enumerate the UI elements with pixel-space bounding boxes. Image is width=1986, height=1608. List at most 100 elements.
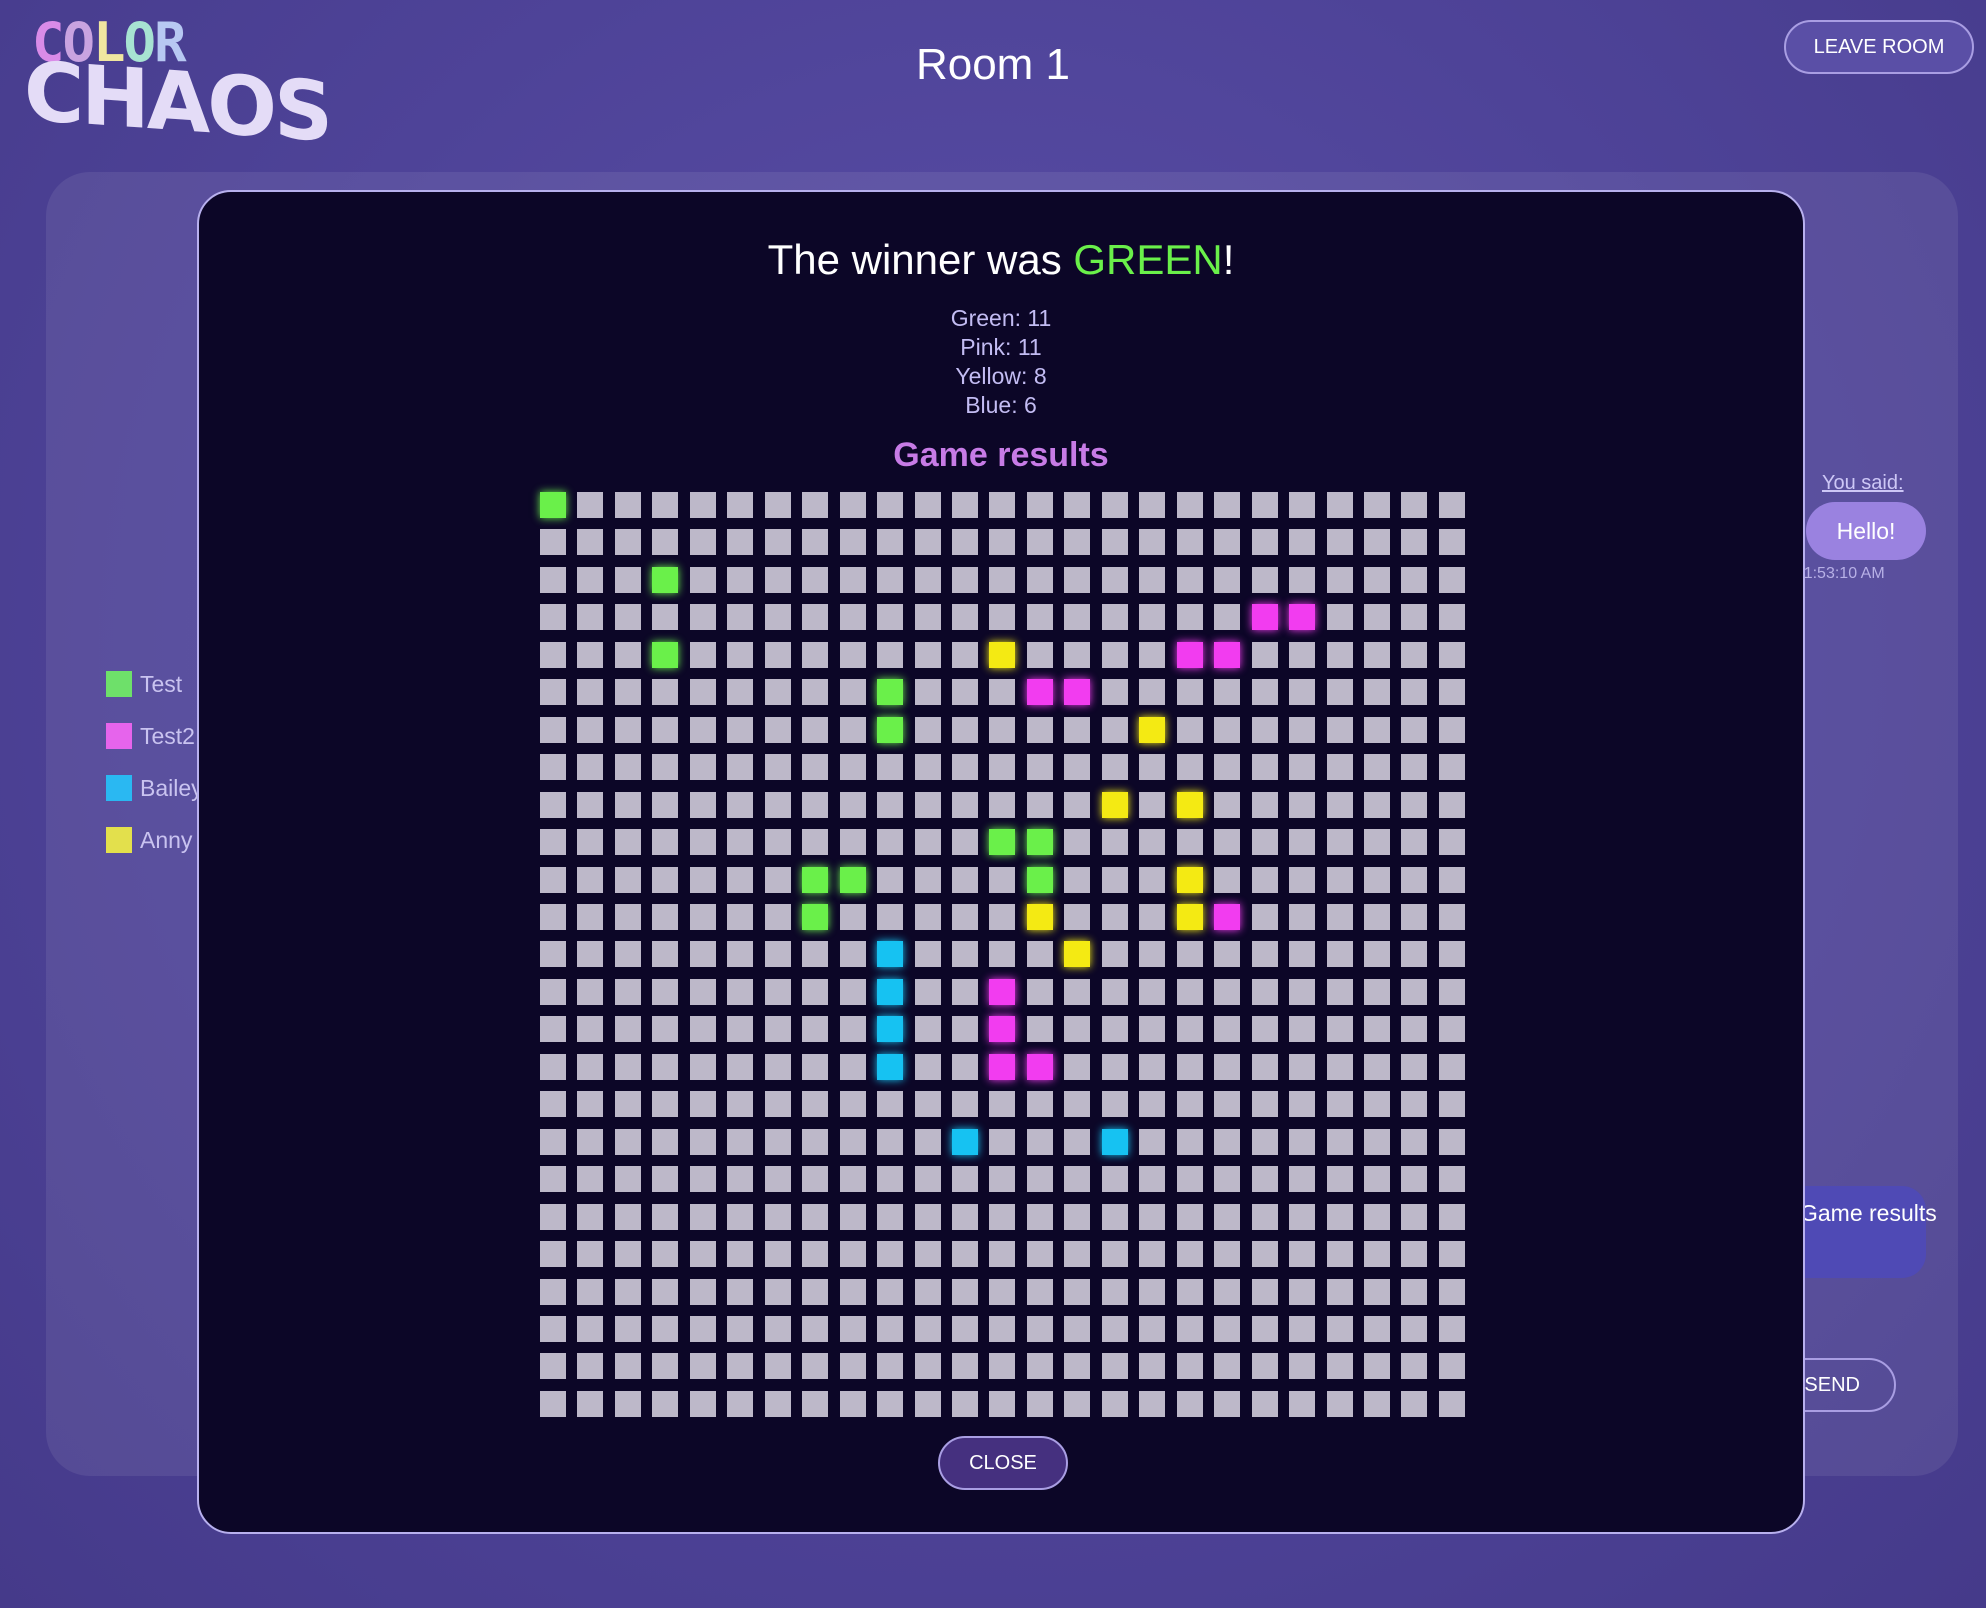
- board-cell: [1401, 1241, 1428, 1268]
- board-cell: [1326, 679, 1353, 706]
- board-cell: [1363, 866, 1390, 893]
- board-cell: [1363, 716, 1390, 743]
- board-cell: [614, 903, 641, 930]
- board-cell: [1289, 529, 1316, 556]
- board-cell: [1139, 829, 1166, 856]
- board-cell: [652, 492, 679, 518]
- board-cell: [1401, 604, 1428, 631]
- board-cell: [1401, 679, 1428, 706]
- board-cell: [1176, 1353, 1203, 1380]
- board-cell: [989, 716, 1016, 743]
- board-cell: [839, 1390, 866, 1417]
- board-cell: [839, 1016, 866, 1043]
- board-cell: [1214, 604, 1241, 631]
- board-cell: [1139, 679, 1166, 706]
- board-cell: [1326, 866, 1353, 893]
- board-cell: [1139, 1016, 1166, 1043]
- board-cell: [764, 866, 791, 893]
- board-cell: [1289, 566, 1316, 593]
- board-cell: [614, 1091, 641, 1118]
- board-cell: [839, 529, 866, 556]
- board-cell: [764, 492, 791, 518]
- board-cell: [1026, 716, 1053, 743]
- board-cell: [1026, 866, 1053, 893]
- board-cell: [1438, 1016, 1465, 1043]
- board-cell: [1026, 1278, 1053, 1305]
- close-button[interactable]: CLOSE: [938, 1436, 1068, 1490]
- board-cell: [727, 529, 754, 556]
- board-cell: [1026, 1315, 1053, 1342]
- board-cell: [1251, 941, 1278, 968]
- board-cell: [989, 679, 1016, 706]
- board-cell: [689, 1203, 716, 1230]
- board-cell: [764, 716, 791, 743]
- board-cell: [1326, 978, 1353, 1005]
- board-cell: [1363, 679, 1390, 706]
- board-cell: [914, 754, 941, 781]
- board-cell: [577, 903, 604, 930]
- board-cell: [1101, 604, 1128, 631]
- board-cell: [1214, 566, 1241, 593]
- board-cell: [1101, 1315, 1128, 1342]
- board-cell: [1326, 604, 1353, 631]
- board-cell: [1026, 1353, 1053, 1380]
- board-cell: [1176, 716, 1203, 743]
- board-cell: [764, 1128, 791, 1155]
- board-cell: [1101, 492, 1128, 518]
- board-cell: [1363, 1053, 1390, 1080]
- board-cell: [652, 829, 679, 856]
- board-cell: [1064, 679, 1091, 706]
- board-cell: [689, 978, 716, 1005]
- player-color-swatch: [106, 775, 132, 801]
- board-cell: [802, 492, 829, 518]
- chat-timestamp: 11:53:10 AM: [1796, 565, 1885, 582]
- board-cell: [1026, 791, 1053, 818]
- board-cell: [1326, 1128, 1353, 1155]
- board-cell: [877, 978, 904, 1005]
- board-cell: [1251, 829, 1278, 856]
- player-color-swatch: [106, 827, 132, 853]
- board-cell: [951, 1016, 978, 1043]
- board-cell: [839, 716, 866, 743]
- board-cell: [689, 1128, 716, 1155]
- board-cell: [1289, 903, 1316, 930]
- board-cell: [951, 566, 978, 593]
- board-cell: [914, 1241, 941, 1268]
- room-title: Room 1: [915, 40, 1071, 89]
- leave-room-button[interactable]: LEAVE ROOM: [1784, 20, 1974, 74]
- board-cell: [1289, 1390, 1316, 1417]
- board-cell: [689, 1278, 716, 1305]
- board-cell: [1176, 566, 1203, 593]
- board-cell: [1101, 566, 1128, 593]
- board-cell: [1251, 1128, 1278, 1155]
- board-cell: [989, 641, 1016, 668]
- board-cell: [877, 1203, 904, 1230]
- board-cell: [1101, 1241, 1128, 1268]
- board-cell: [877, 1053, 904, 1080]
- board-cell: [727, 829, 754, 856]
- board-cell: [1214, 1315, 1241, 1342]
- board-cell: [1251, 492, 1278, 518]
- game-board: [540, 492, 1475, 1427]
- board-cell: [540, 829, 566, 856]
- board-cell: [652, 1241, 679, 1268]
- board-cell: [1326, 1166, 1353, 1193]
- board-cell: [1064, 641, 1091, 668]
- board-cell: [1251, 903, 1278, 930]
- board-cell: [764, 1091, 791, 1118]
- board-cell: [989, 866, 1016, 893]
- player-name: Bailey: [140, 774, 203, 801]
- board-cell: [652, 1315, 679, 1342]
- board-cell: [614, 1166, 641, 1193]
- board-cell: [764, 1241, 791, 1268]
- player-item: Test2: [106, 710, 203, 762]
- board-cell: [1139, 1128, 1166, 1155]
- board-cell: [1176, 978, 1203, 1005]
- board-cell: [1326, 716, 1353, 743]
- board-cell: [877, 604, 904, 631]
- board-cell: [689, 641, 716, 668]
- board-cell: [1326, 829, 1353, 856]
- board-cell: [1401, 1203, 1428, 1230]
- board-cell: [577, 1203, 604, 1230]
- board-cell: [914, 1128, 941, 1155]
